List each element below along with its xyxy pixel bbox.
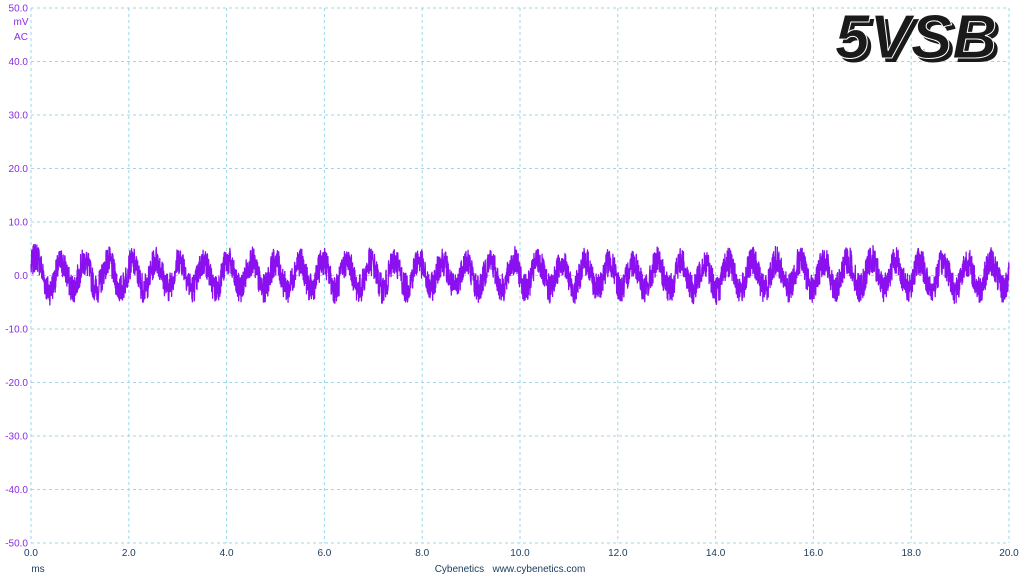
- chart-title-text: 5VSB: [835, 3, 997, 72]
- y-tick-label: 50.0: [9, 4, 29, 15]
- y-tick-label: 20.0: [9, 164, 29, 175]
- y-tick-label: 30.0: [9, 111, 29, 122]
- ripple-trace: [30, 243, 1010, 306]
- y-tick-label: 10.0: [9, 218, 29, 229]
- x-tick-label: 6.0: [317, 548, 331, 559]
- x-tick-label: 10.0: [510, 548, 530, 559]
- y-tick-label: -40.0: [5, 485, 28, 496]
- x-tick-label: 2.0: [122, 548, 136, 559]
- x-tick-label: 4.0: [220, 548, 234, 559]
- scope-chart: 50.0 40.0 30.0 20.0 10.0 0.0 -10.0 -20.0 -30.0 -4…: [5, 3, 1019, 576]
- y-tick-label: -10.0: [5, 325, 28, 336]
- x-tick-label: 14.0: [706, 548, 726, 559]
- y-tick-label: 40.0: [9, 57, 29, 68]
- x-tick-label: 20.0: [999, 548, 1019, 559]
- y-unit-label: mV: [14, 17, 29, 28]
- x-tick-label: 18.0: [901, 548, 921, 559]
- y-coupling-label: AC: [14, 32, 28, 43]
- y-axis-ticks: 50.0 40.0 30.0 20.0 10.0 0.0 -10.0 -20.0 -30.0 -4…: [5, 4, 28, 550]
- x-tick-label: 8.0: [415, 548, 429, 559]
- x-tick-label: 0.0: [24, 548, 38, 559]
- y-tick-label: -30.0: [5, 432, 28, 443]
- footer-credit: Cybenetics www.cybenetics.com: [435, 564, 586, 575]
- ripple-series-line: [30, 243, 1010, 306]
- y-tick-label: 0.0: [14, 271, 28, 282]
- x-tick-label: 12.0: [608, 548, 628, 559]
- x-tick-label: 16.0: [804, 548, 824, 559]
- chart-title: 5VSB 5VSB: [835, 3, 1001, 77]
- x-unit-label: ms: [31, 564, 44, 575]
- y-tick-label: -20.0: [5, 378, 28, 389]
- x-axis-ticks: 0.0 2.0 4.0 6.0 8.0 10.0 12.0 14.0 16.0 18.0 20.0: [24, 548, 1019, 559]
